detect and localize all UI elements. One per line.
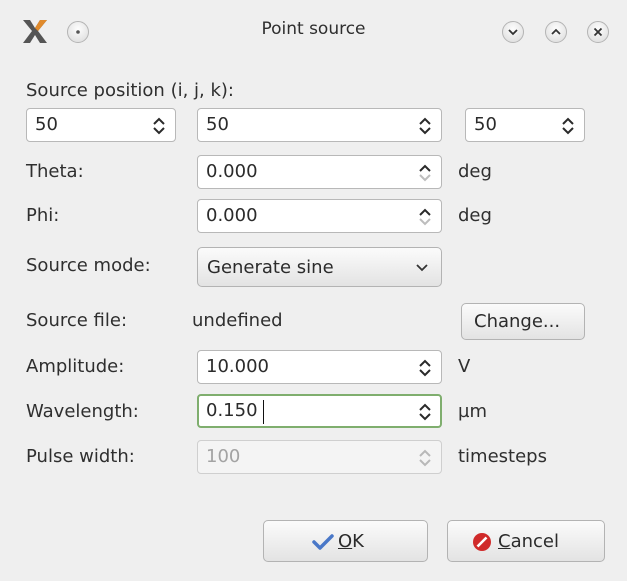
maximize-icon[interactable] (545, 21, 567, 43)
ok-button-label: OK (338, 531, 364, 552)
change-file-button-label: Change... (474, 311, 561, 332)
amplitude-spinbox[interactable]: 10.000 (197, 350, 442, 384)
title-bar: Point source (0, 0, 627, 62)
close-icon[interactable] (587, 21, 609, 43)
theta-spinbox[interactable]: 0.000 (197, 155, 442, 189)
amplitude-unit: V (458, 356, 471, 377)
position-i-value: 50 (35, 114, 58, 135)
source-file-value: undefined (192, 310, 283, 331)
pulse-width-value: 100 (206, 446, 241, 467)
phi-label: Phi: (26, 205, 60, 226)
phi-spinbox[interactable]: 0.000 (197, 199, 442, 233)
source-mode-label: Source mode: (26, 255, 151, 276)
source-mode-dropdown[interactable]: Generate sine (197, 247, 442, 287)
position-i-spinbox[interactable]: 50 (26, 108, 176, 142)
point-source-dialog: Point source Source position (i, j, k): … (0, 0, 627, 581)
ok-button[interactable]: OK (263, 520, 428, 562)
dropdown-arrow-icon (416, 264, 428, 272)
spin-arrows-icon[interactable] (417, 357, 433, 379)
wavelength-unit: µm (458, 401, 487, 422)
spin-arrows-icon[interactable] (417, 115, 433, 137)
pulse-width-spinbox: 100 (197, 440, 442, 474)
position-k-spinbox[interactable]: 50 (465, 108, 585, 142)
pulse-width-label: Pulse width: (26, 446, 135, 467)
position-k-value: 50 (474, 114, 497, 135)
position-j-value: 50 (206, 114, 229, 135)
source-position-label: Source position (i, j, k): (26, 80, 234, 101)
theta-value: 0.000 (206, 161, 258, 182)
source-file-label: Source file: (26, 310, 128, 331)
cancel-button[interactable]: Cancel (447, 520, 605, 562)
position-j-spinbox[interactable]: 50 (197, 108, 442, 142)
phi-value: 0.000 (206, 205, 258, 226)
source-mode-value: Generate sine (207, 257, 334, 278)
spin-arrows-icon[interactable] (417, 162, 433, 184)
amplitude-value: 10.000 (206, 356, 269, 377)
wavelength-spinbox[interactable]: 0.150 (197, 394, 442, 428)
theta-unit: deg (458, 161, 492, 182)
spin-arrows-icon[interactable] (417, 206, 433, 228)
spin-arrows-icon (419, 449, 431, 467)
wavelength-value: 0.150 (206, 400, 258, 421)
theta-label: Theta: (26, 161, 84, 182)
text-cursor (263, 400, 264, 424)
spin-arrows-icon[interactable] (417, 401, 433, 423)
change-file-button[interactable]: Change... (461, 303, 585, 340)
window-title: Point source (261, 19, 366, 39)
cancel-button-label: Cancel (498, 531, 559, 552)
cancel-icon (473, 533, 491, 551)
check-icon (312, 534, 334, 550)
spin-arrows-icon[interactable] (151, 115, 167, 137)
wavelength-label: Wavelength: (26, 401, 139, 422)
spin-arrows-icon[interactable] (560, 115, 576, 137)
pulse-width-unit: timesteps (458, 446, 547, 467)
amplitude-label: Amplitude: (26, 356, 125, 377)
phi-unit: deg (458, 205, 492, 226)
minimize-icon[interactable] (502, 21, 524, 43)
